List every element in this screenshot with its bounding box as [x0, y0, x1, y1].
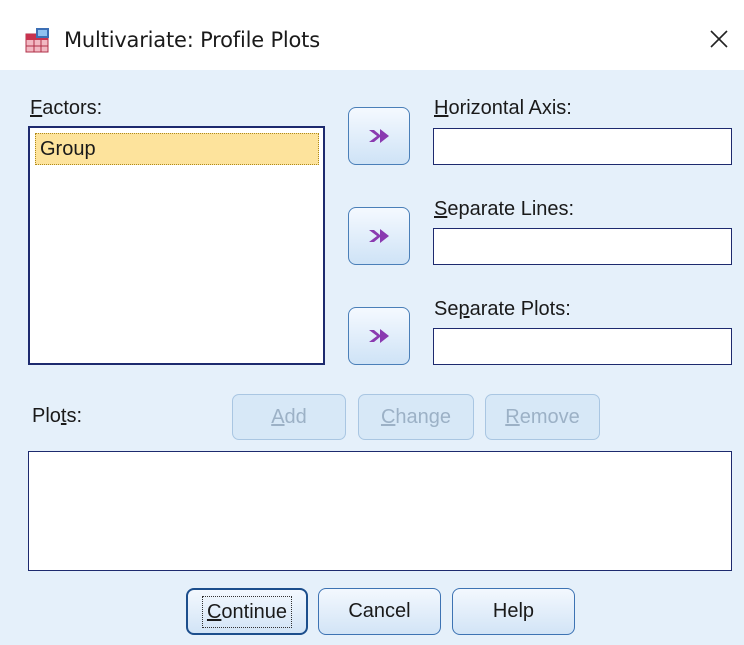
title-bar: Multivariate: Profile Plots	[0, 0, 744, 70]
right-arrow-icon	[369, 129, 389, 143]
cancel-button[interactable]: Cancel	[318, 588, 441, 635]
continue-button[interactable]: Continue	[186, 588, 308, 635]
right-arrow-icon	[369, 229, 389, 243]
close-icon[interactable]	[702, 22, 736, 56]
factor-item-group[interactable]: Group	[35, 133, 319, 165]
profile-plots-dialog: Multivariate: Profile Plots Factors: Gro…	[0, 0, 744, 645]
horizontal-axis-label: Horizontal Axis:	[434, 97, 572, 119]
separate-plots-label: Separate Plots:	[434, 298, 571, 320]
move-to-horizontal-axis-button[interactable]	[348, 107, 410, 165]
separate-lines-label: Separate Lines:	[434, 198, 575, 220]
add-button[interactable]: Add	[232, 394, 346, 440]
factors-label: Factors:	[30, 97, 103, 119]
window-title: Multivariate: Profile Plots	[64, 28, 320, 52]
horizontal-axis-field[interactable]	[433, 128, 732, 165]
remove-button[interactable]: Remove	[485, 394, 600, 440]
separate-plots-field[interactable]	[433, 328, 732, 365]
separate-lines-field[interactable]	[433, 228, 732, 265]
plots-label: Plots:	[32, 405, 83, 427]
right-arrow-icon	[369, 329, 389, 343]
plots-list[interactable]	[28, 451, 732, 571]
move-to-separate-plots-button[interactable]	[348, 307, 410, 365]
factors-list[interactable]: Group	[28, 126, 325, 365]
help-button[interactable]: Help	[452, 588, 575, 635]
spss-dialog-icon	[25, 28, 49, 53]
change-button[interactable]: Change	[358, 394, 474, 440]
move-to-separate-lines-button[interactable]	[348, 207, 410, 265]
